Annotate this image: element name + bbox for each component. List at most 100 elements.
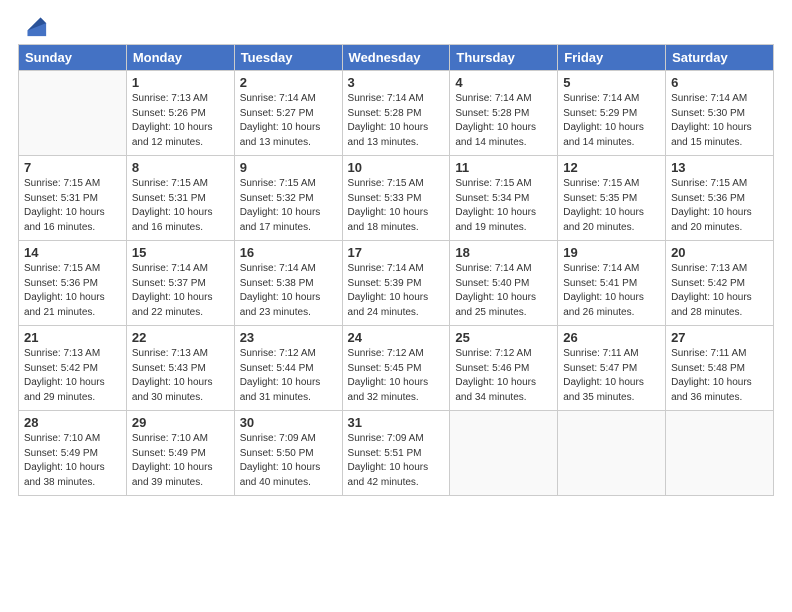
day-info: Sunrise: 7:14 AM Sunset: 5:28 PM Dayligh… (348, 92, 445, 150)
day-number: 20 (671, 245, 768, 260)
day-info: Sunrise: 7:15 AM Sunset: 5:36 PM Dayligh… (24, 262, 121, 320)
calendar-cell: 30 Sunrise: 7:09 AM Sunset: 5:50 PM Dayli… (234, 411, 342, 496)
calendar-cell (19, 71, 127, 156)
weekday-header-tuesday: Tuesday (234, 45, 342, 71)
calendar-cell: 28 Sunrise: 7:10 AM Sunset: 5:49 PM Dayli… (19, 411, 127, 496)
calendar-cell: 26Sunrise: 7:11 AM Sunset: 5:47 PM Dayli… (558, 326, 666, 411)
logo-icon (20, 10, 48, 38)
day-number: 14 (24, 245, 121, 260)
day-info: Sunrise: 7:15 AM Sunset: 5:35 PM Dayligh… (563, 177, 660, 235)
day-number: 23 (240, 330, 337, 345)
day-number: 3 (348, 75, 445, 90)
weekday-header-monday: Monday (126, 45, 234, 71)
calendar-cell: 1Sunrise: 7:13 AM Sunset: 5:26 PM Daylig… (126, 71, 234, 156)
day-number: 16 (240, 245, 337, 260)
day-info: Sunrise: 7:15 AM Sunset: 5:31 PM Dayligh… (24, 177, 121, 235)
day-number: 27 (671, 330, 768, 345)
week-row-1: 7 Sunrise: 7:15 AM Sunset: 5:31 PM Daylig… (19, 156, 774, 241)
calendar-cell: 14 Sunrise: 7:15 AM Sunset: 5:36 PM Dayli… (19, 241, 127, 326)
day-number: 29 (132, 415, 229, 430)
calendar: SundayMondayTuesdayWednesdayThursdayFrid… (18, 44, 774, 496)
day-info: Sunrise: 7:14 AM Sunset: 5:27 PM Dayligh… (240, 92, 337, 150)
day-info: Sunrise: 7:14 AM Sunset: 5:38 PM Dayligh… (240, 262, 337, 320)
day-number: 25 (455, 330, 552, 345)
day-info: Sunrise: 7:10 AM Sunset: 5:49 PM Dayligh… (24, 432, 121, 490)
calendar-cell: 29 Sunrise: 7:10 AM Sunset: 5:49 PM Dayli… (126, 411, 234, 496)
day-number: 17 (348, 245, 445, 260)
week-row-0: 1Sunrise: 7:13 AM Sunset: 5:26 PM Daylig… (19, 71, 774, 156)
day-number: 19 (563, 245, 660, 260)
calendar-cell: 6 Sunrise: 7:14 AM Sunset: 5:30 PM Daylig… (666, 71, 774, 156)
day-info: Sunrise: 7:14 AM Sunset: 5:39 PM Dayligh… (348, 262, 445, 320)
calendar-cell: 5 Sunrise: 7:14 AM Sunset: 5:29 PM Daylig… (558, 71, 666, 156)
day-info: Sunrise: 7:15 AM Sunset: 5:31 PM Dayligh… (132, 177, 229, 235)
day-info: Sunrise: 7:15 AM Sunset: 5:32 PM Dayligh… (240, 177, 337, 235)
day-number: 6 (671, 75, 768, 90)
day-number: 11 (455, 160, 552, 175)
day-number: 2 (240, 75, 337, 90)
calendar-cell: 3 Sunrise: 7:14 AM Sunset: 5:28 PM Daylig… (342, 71, 450, 156)
calendar-cell: 11 Sunrise: 7:15 AM Sunset: 5:34 PM Dayli… (450, 156, 558, 241)
day-info: Sunrise: 7:13 AM Sunset: 5:43 PM Dayligh… (132, 347, 229, 405)
day-info: Sunrise: 7:12 AM Sunset: 5:46 PM Dayligh… (455, 347, 552, 405)
day-number: 28 (24, 415, 121, 430)
calendar-cell: 15 Sunrise: 7:14 AM Sunset: 5:37 PM Dayli… (126, 241, 234, 326)
calendar-cell: 23 Sunrise: 7:12 AM Sunset: 5:44 PM Dayli… (234, 326, 342, 411)
day-number: 15 (132, 245, 229, 260)
weekday-header-wednesday: Wednesday (342, 45, 450, 71)
day-number: 24 (348, 330, 445, 345)
calendar-cell: 21Sunrise: 7:13 AM Sunset: 5:42 PM Dayli… (19, 326, 127, 411)
calendar-cell: 12 Sunrise: 7:15 AM Sunset: 5:35 PM Dayli… (558, 156, 666, 241)
weekday-header-thursday: Thursday (450, 45, 558, 71)
day-info: Sunrise: 7:11 AM Sunset: 5:48 PM Dayligh… (671, 347, 768, 405)
week-row-2: 14 Sunrise: 7:15 AM Sunset: 5:36 PM Dayli… (19, 241, 774, 326)
day-info: Sunrise: 7:13 AM Sunset: 5:42 PM Dayligh… (24, 347, 121, 405)
day-number: 13 (671, 160, 768, 175)
day-info: Sunrise: 7:14 AM Sunset: 5:40 PM Dayligh… (455, 262, 552, 320)
calendar-cell: 22 Sunrise: 7:13 AM Sunset: 5:43 PM Dayli… (126, 326, 234, 411)
day-info: Sunrise: 7:14 AM Sunset: 5:30 PM Dayligh… (671, 92, 768, 150)
day-number: 7 (24, 160, 121, 175)
day-info: Sunrise: 7:12 AM Sunset: 5:44 PM Dayligh… (240, 347, 337, 405)
day-info: Sunrise: 7:14 AM Sunset: 5:29 PM Dayligh… (563, 92, 660, 150)
day-number: 12 (563, 160, 660, 175)
day-number: 10 (348, 160, 445, 175)
weekday-header-sunday: Sunday (19, 45, 127, 71)
day-info: Sunrise: 7:14 AM Sunset: 5:28 PM Dayligh… (455, 92, 552, 150)
calendar-cell: 13 Sunrise: 7:15 AM Sunset: 5:36 PM Dayli… (666, 156, 774, 241)
day-info: Sunrise: 7:15 AM Sunset: 5:36 PM Dayligh… (671, 177, 768, 235)
day-number: 22 (132, 330, 229, 345)
calendar-cell (666, 411, 774, 496)
day-info: Sunrise: 7:13 AM Sunset: 5:26 PM Dayligh… (132, 92, 229, 150)
day-info: Sunrise: 7:09 AM Sunset: 5:51 PM Dayligh… (348, 432, 445, 490)
day-info: Sunrise: 7:09 AM Sunset: 5:50 PM Dayligh… (240, 432, 337, 490)
day-number: 5 (563, 75, 660, 90)
calendar-cell (558, 411, 666, 496)
calendar-cell (450, 411, 558, 496)
week-row-4: 28 Sunrise: 7:10 AM Sunset: 5:49 PM Dayli… (19, 411, 774, 496)
day-info: Sunrise: 7:15 AM Sunset: 5:33 PM Dayligh… (348, 177, 445, 235)
weekday-header-friday: Friday (558, 45, 666, 71)
day-info: Sunrise: 7:10 AM Sunset: 5:49 PM Dayligh… (132, 432, 229, 490)
day-info: Sunrise: 7:12 AM Sunset: 5:45 PM Dayligh… (348, 347, 445, 405)
calendar-cell: 27 Sunrise: 7:11 AM Sunset: 5:48 PM Dayli… (666, 326, 774, 411)
week-row-3: 21Sunrise: 7:13 AM Sunset: 5:42 PM Dayli… (19, 326, 774, 411)
logo (18, 10, 48, 38)
day-info: Sunrise: 7:11 AM Sunset: 5:47 PM Dayligh… (563, 347, 660, 405)
calendar-cell: 25 Sunrise: 7:12 AM Sunset: 5:46 PM Dayli… (450, 326, 558, 411)
calendar-cell: 31Sunrise: 7:09 AM Sunset: 5:51 PM Dayli… (342, 411, 450, 496)
day-number: 30 (240, 415, 337, 430)
page: SundayMondayTuesdayWednesdayThursdayFrid… (0, 0, 792, 612)
weekday-header-row: SundayMondayTuesdayWednesdayThursdayFrid… (19, 45, 774, 71)
day-info: Sunrise: 7:14 AM Sunset: 5:37 PM Dayligh… (132, 262, 229, 320)
calendar-cell: 24 Sunrise: 7:12 AM Sunset: 5:45 PM Dayli… (342, 326, 450, 411)
calendar-cell: 2 Sunrise: 7:14 AM Sunset: 5:27 PM Daylig… (234, 71, 342, 156)
calendar-cell: 10 Sunrise: 7:15 AM Sunset: 5:33 PM Dayli… (342, 156, 450, 241)
calendar-cell: 20 Sunrise: 7:13 AM Sunset: 5:42 PM Dayli… (666, 241, 774, 326)
header (18, 10, 774, 38)
day-info: Sunrise: 7:13 AM Sunset: 5:42 PM Dayligh… (671, 262, 768, 320)
calendar-cell: 4Sunrise: 7:14 AM Sunset: 5:28 PM Daylig… (450, 71, 558, 156)
weekday-header-saturday: Saturday (666, 45, 774, 71)
day-info: Sunrise: 7:14 AM Sunset: 5:41 PM Dayligh… (563, 262, 660, 320)
day-info: Sunrise: 7:15 AM Sunset: 5:34 PM Dayligh… (455, 177, 552, 235)
